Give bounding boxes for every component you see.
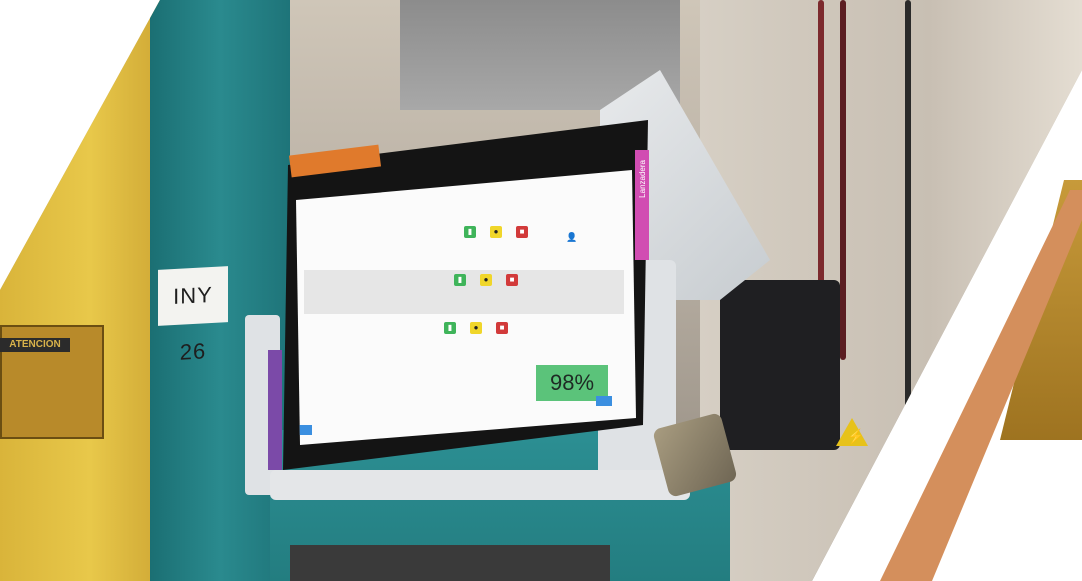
status-red-icon[interactable]: ■ (496, 322, 508, 334)
hazard-bolt-icon: ⚡ (847, 428, 865, 444)
side-tab-right: Lanzadera (635, 150, 649, 260)
list-item[interactable]: ▮ ● ■ (304, 222, 624, 266)
status-yellow-icon[interactable]: ● (470, 322, 482, 334)
status-green-icon[interactable]: ▮ (464, 226, 476, 238)
warning-plate-title: ATENCION (0, 338, 70, 352)
list-item[interactable]: ▮ ● ■ (304, 270, 624, 314)
list-item[interactable]: ▮ ● ■ (304, 318, 624, 362)
photo-scene: ATENCION INY 26 ⚡ Lanzadera 👤 ▮ ● ■ ▮ ● … (0, 0, 1082, 581)
side-tab-left (268, 350, 282, 470)
tablet-screen: 👤 ▮ ● ■ ▮ ● ■ ▮ ● ■ 98% (296, 170, 636, 445)
cable (905, 0, 911, 420)
bottom-right-button[interactable] (596, 396, 612, 406)
machine-label: INY 26 (158, 266, 228, 365)
status-green-icon[interactable]: ▮ (454, 274, 466, 286)
cable (840, 0, 846, 360)
mount-bottom (270, 470, 690, 500)
status-yellow-icon[interactable]: ● (490, 226, 502, 238)
status-red-icon[interactable]: ■ (506, 274, 518, 286)
side-tab-right-label: Lanzadera (638, 160, 647, 198)
machine-slot (290, 545, 610, 581)
status-yellow-icon[interactable]: ● (480, 274, 492, 286)
black-actuator (720, 280, 840, 450)
factory-photo: ATENCION INY 26 ⚡ Lanzadera 👤 ▮ ● ■ ▮ ● … (0, 0, 1082, 581)
status-green-icon[interactable]: ▮ (444, 322, 456, 334)
status-red-icon[interactable]: ■ (516, 226, 528, 238)
